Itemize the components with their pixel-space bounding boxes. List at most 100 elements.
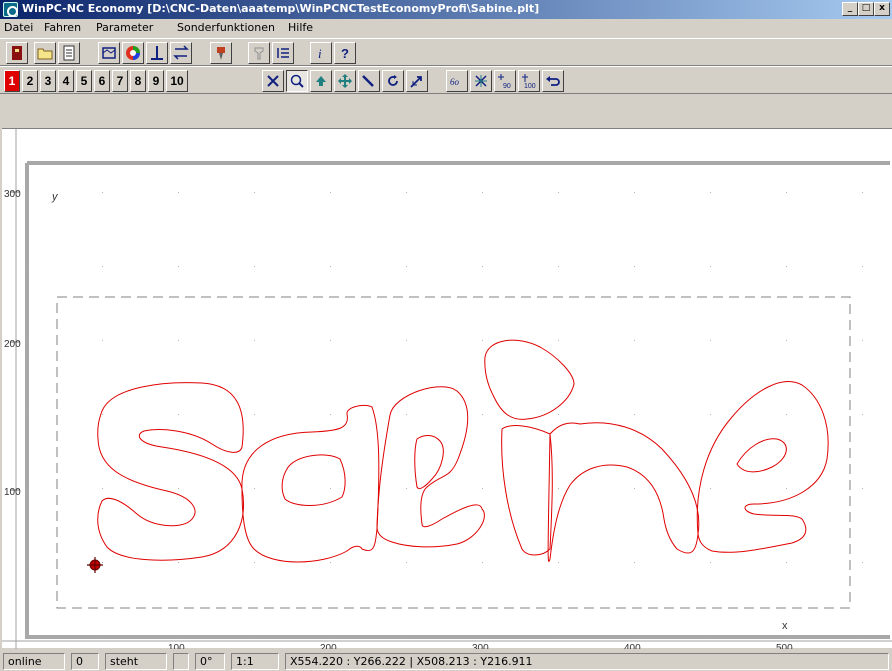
grid-dot (786, 414, 787, 415)
help-icon: ? (341, 46, 349, 61)
minimize-button[interactable]: _ (842, 2, 858, 16)
grid-dot (178, 488, 179, 489)
list-button[interactable] (272, 42, 294, 64)
grid-dot (102, 340, 103, 341)
status-scale: 1:1 (231, 653, 279, 670)
tool-1-button[interactable]: 1 (4, 70, 20, 92)
scale-100-icon: 100 (522, 74, 536, 89)
tool-4-button[interactable]: 4 (58, 70, 74, 92)
plot-canvas[interactable]: 300 200 100 y x 100 200 300 400 500 (2, 128, 892, 649)
open-button[interactable] (34, 42, 56, 64)
tool-7-button[interactable]: 7 (112, 70, 128, 92)
grid-dot (26, 414, 27, 415)
info-icon: i (318, 46, 322, 61)
x-tick-label-400: 400 (624, 643, 641, 649)
rotate-90-button[interactable]: 90 (494, 70, 516, 92)
grid (26, 192, 863, 637)
grid-dot (102, 266, 103, 267)
tool-5-button[interactable]: 5 (76, 70, 92, 92)
close-button[interactable]: x (874, 2, 890, 16)
grid-dot (786, 562, 787, 563)
status-blank (173, 653, 189, 670)
grid-dot (862, 562, 863, 563)
x-axis-label: x (782, 620, 788, 632)
grid-dot (558, 488, 559, 489)
grid-dot (862, 266, 863, 267)
zoom-button[interactable] (286, 70, 308, 92)
reference-button[interactable] (146, 42, 168, 64)
move-button[interactable] (334, 70, 356, 92)
tool-3-button[interactable]: 3 (40, 70, 56, 92)
color-button[interactable] (122, 42, 144, 64)
grid-dot (26, 192, 27, 193)
grid-dot (406, 488, 407, 489)
grid-dot (330, 636, 331, 637)
status-angle: 0° (195, 653, 225, 670)
menu-hilfe[interactable]: Hilfe (288, 21, 313, 34)
window-title: WinPC-NC Economy [D:\CNC-Daten\aaatemp\W… (22, 2, 540, 15)
clear-button[interactable] (262, 70, 284, 92)
grid-dot (786, 192, 787, 193)
help-button[interactable]: ? (334, 42, 356, 64)
grid-dot (26, 266, 27, 267)
letter-d-counter (281, 454, 346, 506)
x-tick-label-100: 100 (168, 643, 185, 649)
grid-dot (254, 192, 255, 193)
grid-dot (634, 636, 635, 637)
grid-dot (786, 488, 787, 489)
swap-button[interactable] (170, 42, 192, 64)
document-button[interactable] (58, 42, 80, 64)
grid-dot (862, 340, 863, 341)
diagonal-icon (362, 75, 374, 87)
grid-dot (330, 488, 331, 489)
tool-2-button[interactable]: 2 (22, 70, 38, 92)
menu-sonderfunktionen[interactable]: Sonderfunktionen (177, 21, 275, 34)
up-button[interactable] (310, 70, 332, 92)
diagonal-button[interactable] (358, 70, 380, 92)
scale-100-button[interactable]: 100 (518, 70, 540, 92)
letter-stem-outline (501, 425, 553, 556)
grid-dot (862, 636, 863, 637)
grid-dot (254, 562, 255, 563)
grid-dot (330, 266, 331, 267)
grid-dot (254, 266, 255, 267)
tool-button[interactable] (210, 42, 232, 64)
main-toolbar: i ? (0, 38, 892, 66)
zoom-icon (290, 74, 304, 88)
glasses-button[interactable]: 6o (446, 70, 468, 92)
tool-8-button[interactable]: 8 (130, 70, 146, 92)
y-tick-label-200: 200 (4, 339, 21, 350)
info-button[interactable]: i (310, 42, 332, 64)
tool-9-button[interactable]: 9 (148, 70, 164, 92)
menu-fahren[interactable]: Fahren (44, 21, 81, 34)
document-icon (63, 45, 75, 61)
grid-dot (254, 488, 255, 489)
maximize-button[interactable]: □ (858, 2, 874, 16)
letter-n-outline (547, 422, 700, 562)
grid-dot (178, 414, 179, 415)
grid-dot (634, 340, 635, 341)
grid-dot (482, 488, 483, 489)
grid-dot (786, 340, 787, 341)
status-motion: steht (105, 653, 167, 670)
menu-parameter[interactable]: Parameter (96, 21, 153, 34)
tool-10-button[interactable]: 10 (166, 70, 188, 92)
svg-text:100: 100 (524, 83, 536, 89)
menu-datei[interactable]: Datei (4, 21, 33, 34)
svg-text:6o: 6o (450, 77, 460, 87)
grid-dot (634, 414, 635, 415)
frame-button[interactable] (98, 42, 120, 64)
letter-s-outline (97, 382, 245, 561)
grid-dot (482, 562, 483, 563)
tool-icon (217, 47, 225, 60)
cross-button[interactable] (470, 70, 492, 92)
rotate-button[interactable] (382, 70, 404, 92)
tool-6-button[interactable]: 6 (94, 70, 110, 92)
grid-dot (634, 266, 635, 267)
tool-disabled-button[interactable] (248, 42, 270, 64)
grid-dot (406, 192, 407, 193)
grid-dot (26, 488, 27, 489)
exit-button[interactable] (6, 42, 28, 64)
origin-button[interactable] (406, 70, 428, 92)
undo-button[interactable] (542, 70, 564, 92)
